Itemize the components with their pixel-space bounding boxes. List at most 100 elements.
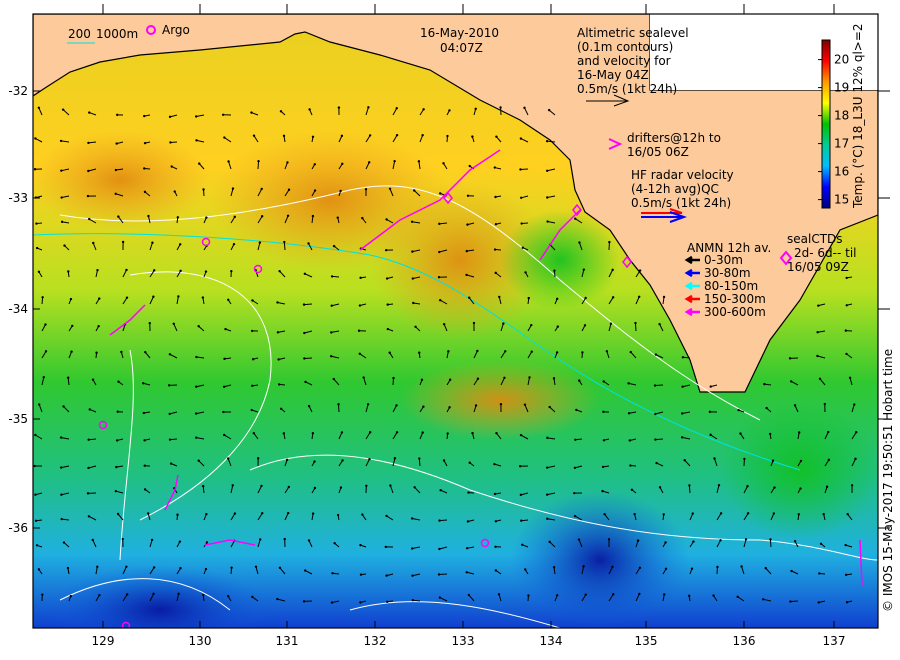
velocity-arrow-head xyxy=(368,457,371,461)
velocity-arrow-head xyxy=(340,431,344,434)
velocity-arrow-head xyxy=(88,217,91,221)
velocity-arrow-head xyxy=(521,543,524,547)
velocity-arrow-head xyxy=(341,459,344,462)
velocity-arrow-head xyxy=(719,512,723,515)
velocity-arrow-head xyxy=(96,565,99,568)
velocity-arrow-head xyxy=(115,142,118,145)
velocity-arrow-head xyxy=(609,322,613,325)
velocity-arrow-head xyxy=(495,135,498,138)
drifters-line: 16/05 06Z xyxy=(627,145,689,159)
velocity-arrow-head xyxy=(545,139,549,143)
velocity-arrow-head xyxy=(654,412,657,416)
velocity-arrow-head xyxy=(179,269,182,273)
velocity-arrow-head xyxy=(233,512,237,515)
velocity-arrow-head xyxy=(362,376,365,379)
altimetry-line: Altimetric sealevel xyxy=(577,26,689,40)
velocity-arrow-head xyxy=(447,350,450,353)
velocity-arrow-head xyxy=(798,431,801,434)
velocity-arrow-head xyxy=(601,489,604,493)
velocity-arrow-head xyxy=(339,486,343,489)
velocity-arrow-head xyxy=(799,487,802,490)
velocity-arrow-head xyxy=(224,327,227,331)
velocity-arrow-head xyxy=(467,296,471,299)
velocity-arrow-head xyxy=(179,243,182,246)
altimetry-line: 16-May 04Z xyxy=(577,68,649,82)
velocity-arrow-head xyxy=(336,216,339,219)
velocity-arrow-head xyxy=(422,405,425,408)
velocity-arrow-head xyxy=(117,380,120,383)
velocity-arrow-head xyxy=(143,488,147,491)
velocity-arrow-head xyxy=(437,573,441,576)
velocity-arrow-head xyxy=(417,160,421,163)
velocity-arrow-head xyxy=(143,439,146,442)
velocity-arrow-head xyxy=(260,215,264,218)
velocity-arrow-head xyxy=(311,512,315,515)
velocity-arrow-head xyxy=(142,382,145,385)
velocity-arrow-head xyxy=(283,537,286,541)
velocity-arrow-head xyxy=(121,537,124,541)
velocity-arrow-head xyxy=(822,513,825,516)
velocity-arrow-head xyxy=(413,486,416,489)
velocity-arrow-head xyxy=(574,217,577,220)
colorbar-tick-label: 19 xyxy=(834,81,849,95)
altimetry-line: (0.1m contours) xyxy=(577,40,673,54)
velocity-arrow-head xyxy=(413,189,416,192)
velocity-arrow-head xyxy=(150,538,154,542)
velocity-arrow-head xyxy=(169,462,173,465)
velocity-arrow-head xyxy=(251,358,255,361)
velocity-arrow-head xyxy=(115,465,118,469)
velocity-arrow-head xyxy=(845,601,849,604)
velocity-arrow-head xyxy=(195,355,198,359)
velocity-arrow-head xyxy=(252,431,256,435)
velocity-arrow-head xyxy=(502,322,505,325)
velocity-arrow-head xyxy=(285,458,289,462)
velocity-arrow-head xyxy=(146,512,150,515)
colorbar-tick-label: 17 xyxy=(834,137,849,151)
velocity-arrow-head xyxy=(168,115,172,119)
velocity-arrow-head xyxy=(97,324,100,328)
velocity-arrow-head xyxy=(582,268,586,271)
velocity-arrow-head xyxy=(368,431,372,434)
velocity-arrow-head xyxy=(465,571,468,574)
velocity-arrow-head xyxy=(202,593,205,597)
velocity-arrow-head xyxy=(276,597,279,601)
velocity-arrow-head xyxy=(385,218,388,221)
velocity-arrow-head xyxy=(385,514,388,518)
velocity-arrow-head xyxy=(95,351,98,354)
velocity-arrow-head xyxy=(818,572,821,575)
velocity-arrow-head xyxy=(844,543,847,547)
velocity-arrow-head xyxy=(612,593,615,596)
velocity-arrow-head xyxy=(307,242,310,245)
velocity-arrow-head xyxy=(662,295,666,299)
velocity-arrow-head xyxy=(60,196,63,199)
velocity-arrow-head xyxy=(87,466,90,470)
velocity-arrow-head xyxy=(277,358,280,361)
velocity-arrow-head xyxy=(608,240,611,244)
plot-area xyxy=(33,14,878,628)
velocity-arrow-head xyxy=(230,269,233,273)
bathy-1000-label: 1000m xyxy=(96,27,138,41)
velocity-arrow-head xyxy=(853,403,856,406)
velocity-arrow-head xyxy=(167,384,171,387)
velocity-arrow-head xyxy=(793,404,797,407)
velocity-arrow-head xyxy=(201,484,205,488)
velocity-arrow-head xyxy=(603,512,606,516)
velocity-arrow-head xyxy=(279,110,283,113)
velocity-arrow-head xyxy=(69,594,72,598)
anmn-depth-label: 30-80m xyxy=(704,266,751,280)
velocity-arrow-head xyxy=(845,304,848,307)
velocity-arrow-head xyxy=(278,566,282,570)
lon-tick-label: 131 xyxy=(276,634,299,648)
velocity-arrow-head xyxy=(395,431,399,434)
velocity-arrow-head xyxy=(438,596,442,599)
velocity-arrow-head xyxy=(547,108,551,112)
hf-radar-line: (4-12h avg)QC xyxy=(631,182,719,196)
velocity-arrow-head xyxy=(250,111,253,114)
velocity-arrow-head xyxy=(818,377,822,380)
velocity-arrow-head xyxy=(555,351,559,354)
velocity-arrow-head xyxy=(152,295,155,298)
velocity-arrow-head xyxy=(282,432,286,435)
velocity-arrow-head xyxy=(222,433,226,437)
velocity-arrow-head xyxy=(442,162,445,165)
velocity-arrow-head xyxy=(468,461,471,464)
